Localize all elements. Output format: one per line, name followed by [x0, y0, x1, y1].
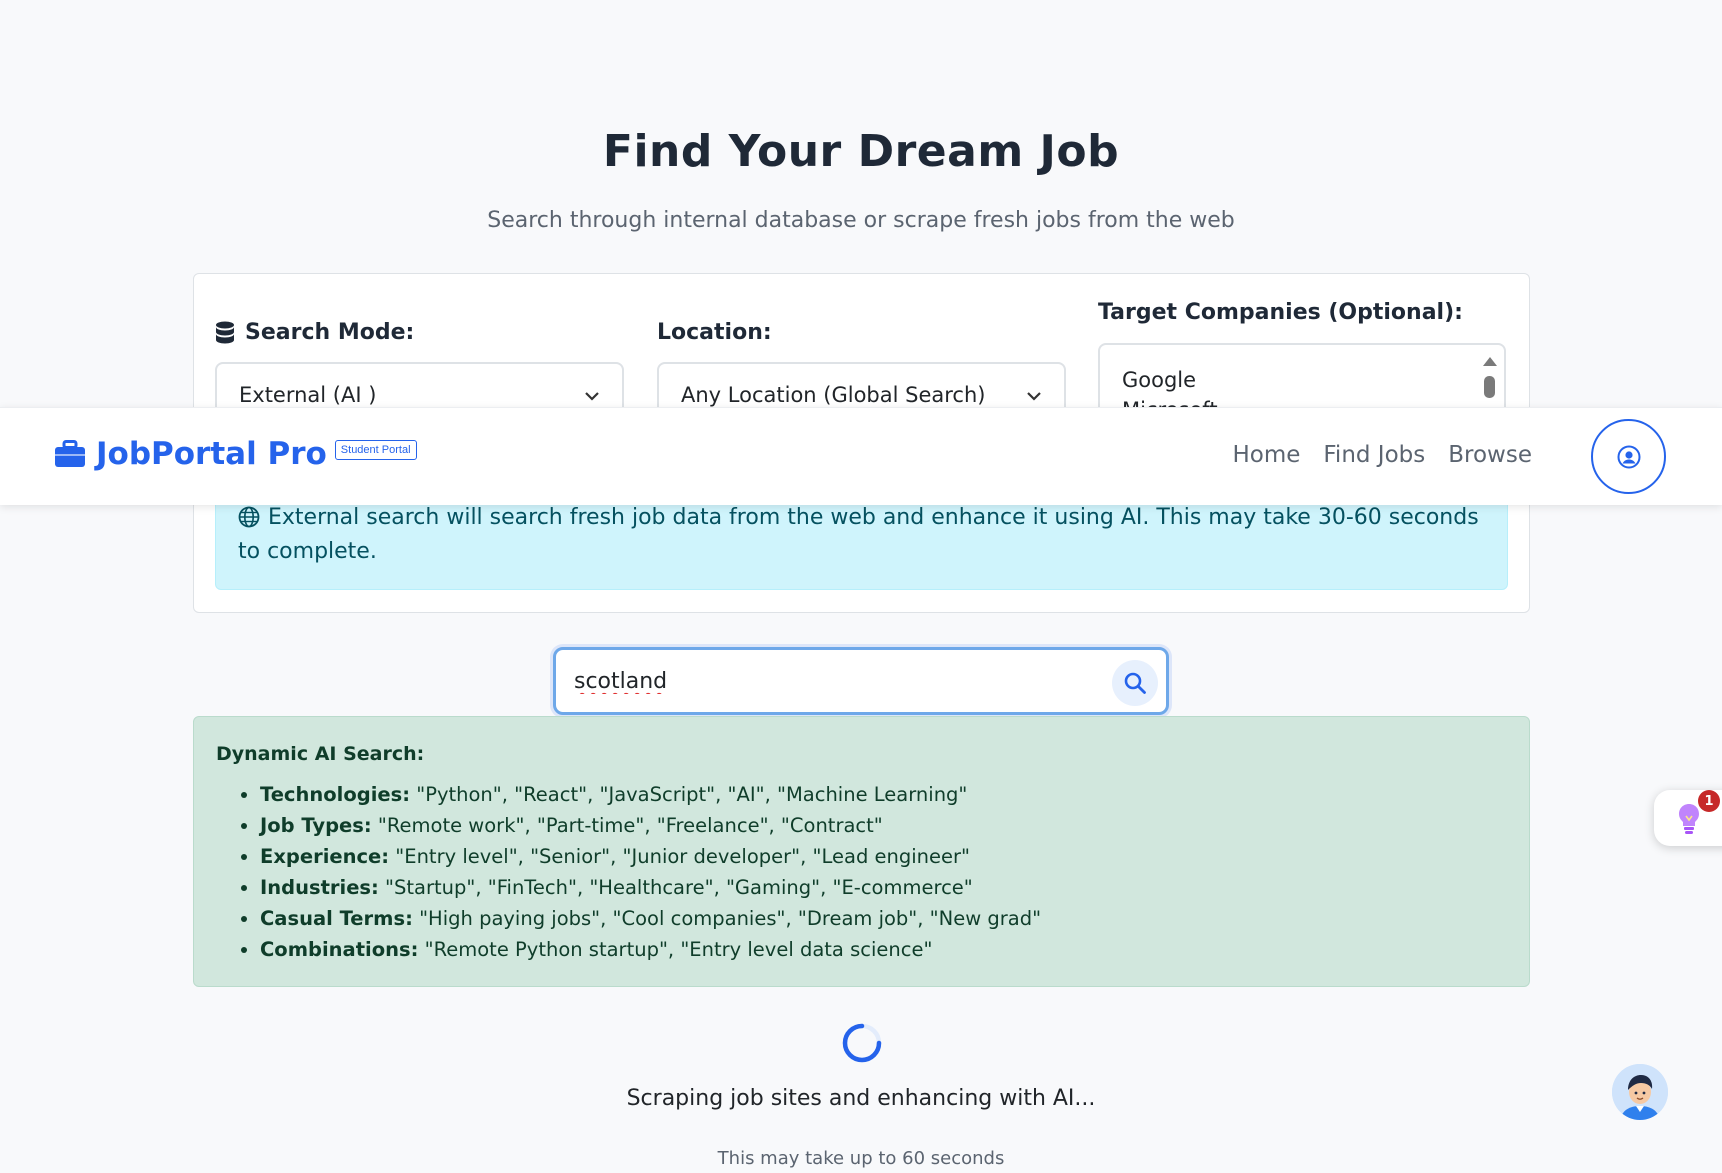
help-title: Dynamic AI Search:: [216, 743, 425, 765]
chevron-down-icon: [1027, 392, 1041, 401]
nav-links: Home Find Jobs Browse: [1232, 442, 1532, 468]
ai-search-help: Dynamic AI Search: Technologies: "Python…: [193, 716, 1530, 987]
briefcase-icon: [55, 440, 85, 467]
database-icon: [216, 321, 234, 343]
list-item: Industries: "Startup", "FinTech", "Healt…: [260, 872, 1507, 903]
search-mode-label: Search Mode:: [215, 320, 414, 345]
job-search-box: [553, 647, 1169, 715]
location-label: Location:: [657, 320, 772, 345]
alert-text: External search will search fresh job da…: [238, 505, 1479, 564]
help-term: Casual Terms:: [260, 907, 413, 930]
help-term: Job Types:: [260, 814, 372, 837]
help-examples: "Python", "React", "JavaScript", "AI", "…: [416, 783, 968, 806]
user-circle-icon: [1617, 445, 1640, 468]
assistant-avatar[interactable]: [1612, 1064, 1668, 1120]
nav-link-browse[interactable]: Browse: [1448, 442, 1532, 468]
list-item: Experience: "Entry level", "Senior", "Ju…: [260, 841, 1507, 872]
list-item: Technologies: "Python", "React", "JavaSc…: [260, 779, 1507, 810]
search-button[interactable]: [1112, 660, 1158, 706]
globe-icon: [238, 506, 260, 528]
brand-name: JobPortal Pro: [96, 436, 327, 472]
loading-message: Scraping job sites and enhancing with AI…: [626, 1086, 1096, 1111]
companies-label-text: Target Companies (Optional):: [1098, 300, 1463, 325]
brand-logo[interactable]: JobPortal Pro Student Portal: [54, 436, 417, 472]
location-value: Any Location (Global Search): [681, 383, 986, 407]
floating-tips-widget[interactable]: 1: [1654, 790, 1722, 846]
location-label-text: Location:: [657, 320, 772, 345]
nav-link-find-jobs[interactable]: Find Jobs: [1323, 442, 1425, 468]
notification-badge: 1: [1698, 790, 1720, 812]
scroll-up-arrow-icon[interactable]: [1483, 357, 1497, 366]
list-item: Casual Terms: "High paying jobs", "Cool …: [260, 903, 1507, 934]
help-examples: "Remote work", "Part-time", "Freelance",…: [377, 814, 883, 837]
help-term: Technologies:: [260, 783, 411, 806]
student-portal-badge: Student Portal: [334, 440, 417, 460]
top-navbar: JobPortal Pro Student Portal Home Find J…: [0, 407, 1722, 505]
help-list: Technologies: "Python", "React", "JavaSc…: [216, 779, 1507, 965]
list-item: Job Types: "Remote work", "Part-time", "…: [260, 810, 1507, 841]
scrollbar[interactable]: [1483, 357, 1497, 403]
help-term: Combinations:: [260, 938, 419, 961]
external-search-alert: External search will search fresh job da…: [215, 490, 1508, 590]
help-examples: "Entry level", "Senior", "Junior develop…: [395, 845, 971, 868]
loading-submessage: This may take up to 60 seconds: [717, 1148, 1005, 1169]
help-examples: "High paying jobs", "Cool companies", "D…: [419, 907, 1042, 930]
nav-link-home[interactable]: Home: [1232, 442, 1300, 468]
list-item: Combinations: "Remote Python startup", "…: [260, 934, 1507, 965]
search-icon: [1124, 672, 1146, 694]
job-search-input[interactable]: [574, 664, 1054, 698]
help-examples: "Startup", "FinTech", "Healthcare", "Gam…: [385, 876, 973, 899]
help-term: Experience:: [260, 845, 390, 868]
search-mode-label-text: Search Mode:: [245, 320, 415, 345]
company-option[interactable]: Google: [1122, 365, 1482, 395]
help-examples: "Remote Python startup", "Entry level da…: [424, 938, 933, 961]
help-term: Industries:: [260, 876, 379, 899]
avatar-icon: [1612, 1064, 1668, 1120]
profile-button[interactable]: [1591, 419, 1666, 494]
page-title: Find Your Dream Job: [602, 126, 1120, 177]
loading-spinner-icon: [842, 1023, 882, 1063]
scroll-thumb[interactable]: [1484, 376, 1495, 398]
page-subtitle: Search through internal database or scra…: [487, 208, 1235, 233]
search-mode-value: External (AI ): [239, 383, 377, 407]
companies-label: Target Companies (Optional):: [1098, 300, 1463, 325]
chevron-down-icon: [585, 392, 599, 401]
